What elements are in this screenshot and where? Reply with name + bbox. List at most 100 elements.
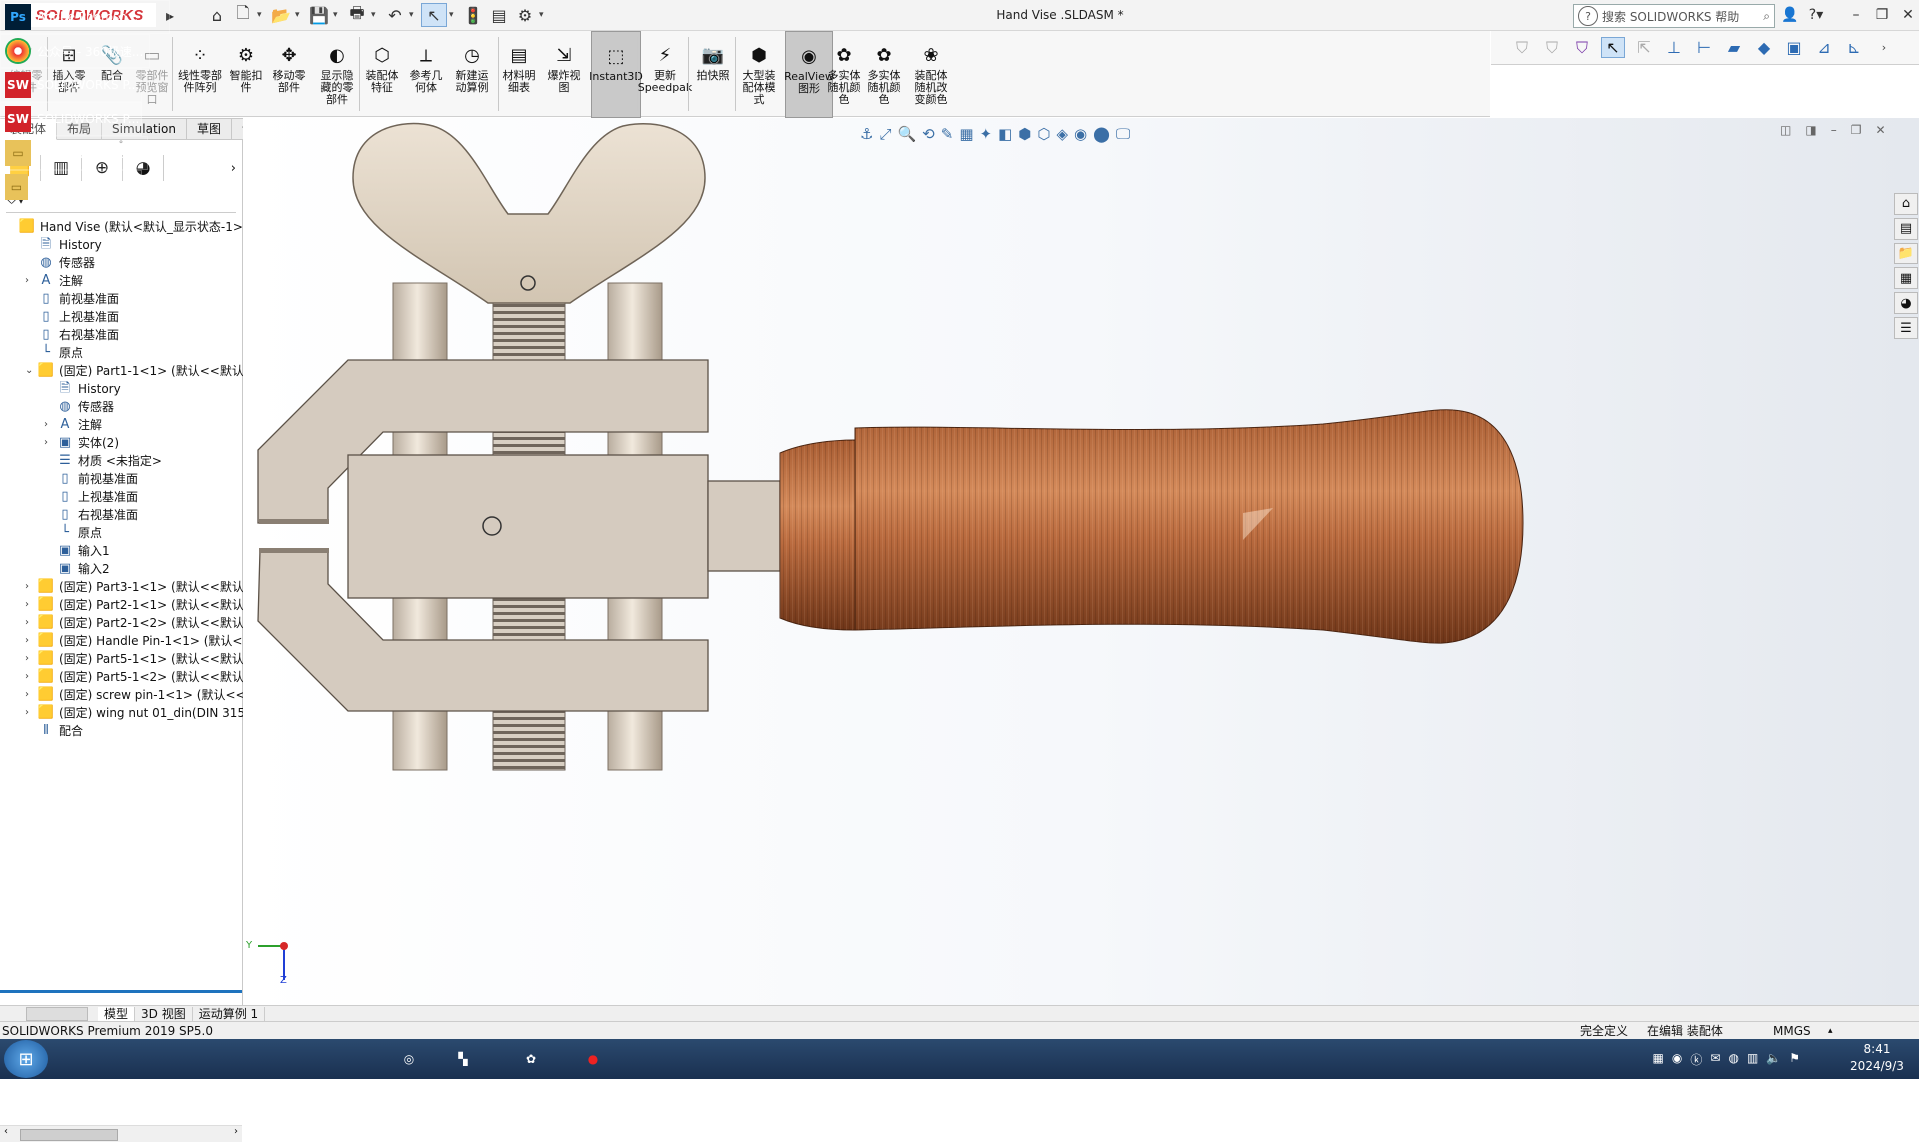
close-icon[interactable]: ✕ [1895,2,1919,28]
taskbar-pinned-app[interactable]: ● [576,1042,620,1076]
chevron-right-icon[interactable]: › [231,161,236,176]
hide-show-icon[interactable]: ◧ [998,125,1012,143]
command-random-color-button[interactable]: ✿ 多实体 随机颜 色 [865,31,903,116]
chevron-down-icon[interactable]: ▾ [257,10,267,20]
axis-filter-icon[interactable]: ⊿ [1813,38,1835,57]
scene-icon[interactable]: ◈ [1056,125,1068,143]
body-filter-icon[interactable]: ▣ [1783,38,1805,57]
command-exploded-view-button[interactable]: ⇲ 爆炸视 图 [544,31,584,116]
save-icon[interactable]: 💾 [307,4,331,26]
zoom-area-icon[interactable]: 🔍 [897,125,916,143]
dynamic-annotation-icon[interactable]: ▦ [959,125,973,143]
restore-icon[interactable]: ❐ [1851,123,1862,145]
view-cube-icon[interactable]: ⬢ [1018,125,1031,143]
chevron-down-icon[interactable]: ▾ [449,10,459,20]
chevron-right-icon[interactable]: › [1873,41,1895,54]
bottom-tab-1[interactable]: 3D 视图 [135,1006,193,1022]
command-assembly-color-button[interactable]: ❀ 装配体 随机改 变颜色 [905,31,957,116]
scrollbar-thumb[interactable] [20,1129,118,1141]
command-speedpak-button[interactable]: ⚡ 更新 Speedpak [638,31,693,116]
taskbar-pinned-app[interactable]: ✿ [514,1042,558,1076]
monitor-icon[interactable]: 🖵 [1116,125,1130,143]
bottom-tab-0[interactable]: 模型 [98,1006,136,1022]
design-library-icon[interactable]: ▤ [1894,217,1918,240]
taskbar-pinned-app[interactable]: ▚ [446,1042,490,1076]
command-bill-of-materials-button[interactable]: ▤ 材料明 细表 [498,31,540,116]
taskbar-pinned-app[interactable]: ◎ [392,1042,436,1076]
close-icon[interactable]: ✕ [1875,123,1885,145]
help-search-input[interactable]: ? 搜索 SOLIDWORKS 帮助 ⌕ [1573,4,1775,28]
appearances-icon[interactable]: ◕ [1894,292,1918,315]
open-icon[interactable]: 📂 [269,4,293,26]
select-icon[interactable]: ↖ [421,3,447,27]
scroll-left-icon[interactable]: ‹ [4,1126,8,1137]
graphics-area[interactable] [243,118,1919,1005]
view-palette-icon[interactable]: ▦ [1894,267,1918,290]
command-new-motion-study-button[interactable]: ◷ 新建运 动算例 [452,31,492,116]
home-icon[interactable]: ⌂ [205,4,229,26]
command-reference-geometry-button[interactable]: ⟂ 参考几 何体 [406,31,446,116]
traffic-light-icon[interactable]: 🚦 [461,4,485,26]
face-filter-icon[interactable]: ▰ [1723,38,1745,57]
command-assembly-feature-button[interactable]: ⬡ 装配体 特征 [362,31,402,116]
origin-filter-icon[interactable]: ⊾ [1843,38,1865,57]
taskbar-window-button[interactable]: Ps Adobe Photosh... [0,0,170,34]
command-smart-fastener-button[interactable]: ⚙ 智能扣 件 [228,31,264,116]
zoom-to-fit-icon[interactable]: ⤢ [879,125,891,143]
search-icon[interactable]: ⌕ [1763,9,1770,24]
action-center-icon[interactable]: ⚑ [1789,1051,1800,1068]
tray-app-icon[interactable]: ⓚ [1690,1051,1702,1068]
tray-app-icon[interactable]: ◍ [1728,1051,1738,1068]
select-pointer-icon[interactable]: ⇱ [1633,38,1655,57]
bottom-tab-2[interactable]: 运动算例 1 [193,1006,266,1022]
filter-icon[interactable]: ⛉ [1541,38,1563,58]
file-properties-icon[interactable]: ▤ [487,4,511,26]
tray-app-icon[interactable]: ✉ [1710,1051,1720,1068]
surface-filter-icon[interactable]: ◆ [1753,38,1775,57]
select-icon[interactable]: ↖ [1601,37,1625,58]
help-icon[interactable]: ?▾ [1803,2,1829,28]
filter-icon[interactable]: ⛉ [1511,38,1533,58]
command-random-color-button[interactable]: ✿ 多实体 随机颜 色 [825,31,863,116]
taskbar-clock[interactable]: 8:41 2024/9/3 [1842,1041,1912,1077]
tray-app-icon[interactable]: ▦ [1653,1051,1664,1068]
previous-view-icon[interactable]: ⟲ [922,125,935,143]
chevron-down-icon[interactable]: ▾ [333,10,343,20]
chevron-down-icon[interactable]: ▾ [371,10,381,20]
start-button[interactable]: ⊞ [4,1040,48,1078]
appearance-icon[interactable]: ⬡ [1037,125,1050,143]
chevron-down-icon[interactable]: ▾ [409,10,419,20]
render-icon[interactable]: ⬤ [1093,125,1110,143]
realview-icon[interactable]: ◉ [1074,125,1087,143]
undo-icon[interactable]: ↶ [383,4,407,26]
command-large-assembly-button[interactable]: ⬢ 大型装 配体模 式 [737,31,781,116]
user-icon[interactable]: 👤 [1777,2,1803,28]
split-view-icon[interactable]: ◫ [1780,123,1791,145]
command-show-hidden-button[interactable]: ◐ 显示隐 藏的零 部件 [316,31,358,116]
restore-icon[interactable]: ❐ [1869,2,1895,28]
section-view-icon[interactable]: ✎ [941,125,954,143]
file-explorer-icon[interactable]: 📁 [1894,242,1918,265]
tab-scroll-arrows-icon[interactable] [26,1007,88,1021]
command-move-component-button[interactable]: ✥ 移动零 部件 [267,31,311,116]
taskbar-window-button[interactable]: ▭ C:\Users\Admini... [0,170,142,204]
home-icon[interactable]: ⌂ [1894,193,1918,215]
display-style-icon[interactable]: ✦ [980,125,993,143]
tab-3[interactable]: 草图 [186,118,232,140]
custom-properties-icon[interactable]: ☰ [1894,317,1918,339]
edge-filter-icon[interactable]: ⊢ [1693,38,1715,57]
new-document-icon[interactable]: 🗋 [231,3,255,26]
scroll-right-icon[interactable]: › [234,1126,238,1137]
taskbar-window-button[interactable]: ▭ H:\微信公众号\0... [0,136,148,170]
minimize-icon[interactable]: – [1843,2,1869,28]
split-view-icon[interactable]: ◨ [1805,123,1816,145]
view-orient-icon[interactable]: ⚓ [860,125,873,143]
print-icon[interactable]: 🖶 [345,3,369,26]
chevron-up-icon[interactable]: ▴ [1828,1022,1833,1040]
command-snapshot-button[interactable]: 📷 拍快照 [693,31,733,116]
command-linear-pattern-button[interactable]: ⁘ 线性零部 件阵列 [174,31,226,116]
volume-icon[interactable]: 🔈 [1766,1051,1781,1068]
options-gear-icon[interactable]: ⚙ [513,4,537,26]
network-icon[interactable]: ▥ [1747,1051,1758,1068]
taskbar-window-button[interactable]: SW SOLIDWORKS P... [0,68,142,102]
